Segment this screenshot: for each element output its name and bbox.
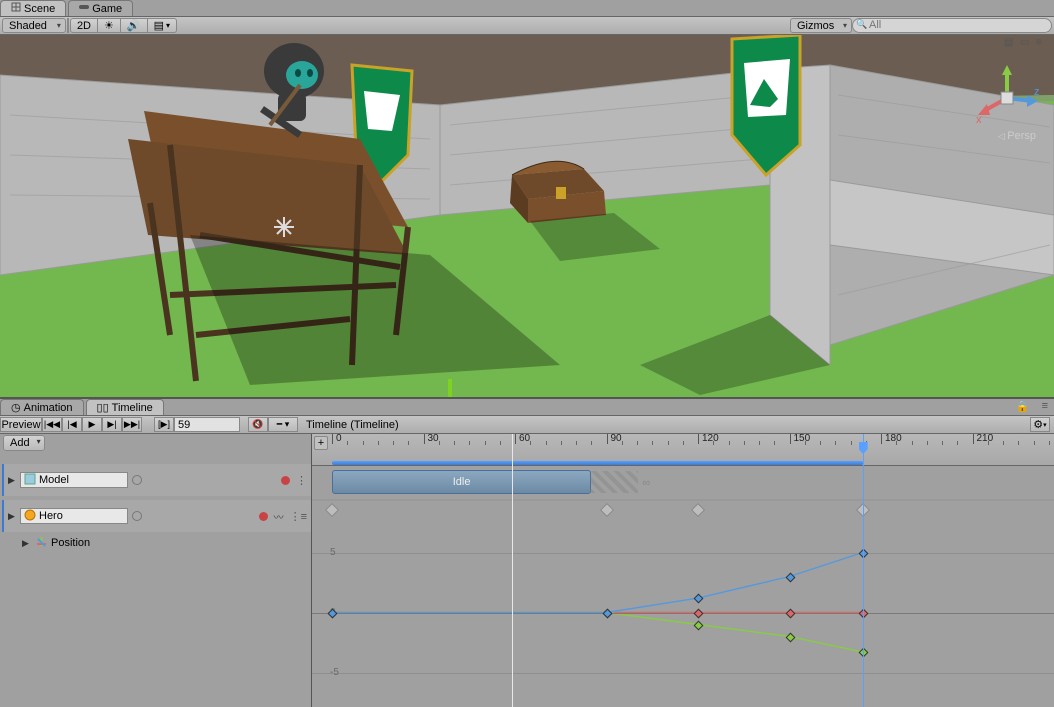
scene-icon <box>11 2 21 15</box>
viewport-aux-icons: ▤ ▭ ≡ <box>1004 37 1048 49</box>
mute-audio-button[interactable]: 🔇 <box>248 417 268 432</box>
fx-dropdown[interactable]: ▤▾ <box>148 18 177 33</box>
scene-tabs: Scene Game <box>0 0 1054 17</box>
play-button[interactable]: ▶ <box>82 417 102 432</box>
sun-icon: ☀ <box>104 19 114 32</box>
timeline-panel: ◷ Animation ▯▯ Timeline 🔒 ≡ Preview |◀◀ … <box>0 397 1054 707</box>
track-model[interactable]: ▶ Model ⋮ <box>2 464 311 496</box>
shading-dropdown[interactable]: Shaded <box>2 18 66 33</box>
audio-toggle[interactable]: 🔊 <box>121 18 148 33</box>
bottom-tabs: ◷ Animation ▯▯ Timeline 🔒 ≡ <box>0 399 1054 416</box>
add-track-button[interactable]: Add <box>3 435 45 451</box>
gameobject-icon <box>24 509 36 524</box>
layers-icon[interactable]: ▤ <box>1004 37 1016 49</box>
timeline-ruler[interactable]: + 0306090120150180210240 <box>312 434 1054 466</box>
goto-end-button[interactable]: ▶▶| <box>122 417 142 432</box>
tab-timeline[interactable]: ▯▯ Timeline <box>86 399 164 415</box>
clock-icon: ◷ <box>11 401 21 414</box>
preview-button[interactable]: Preview <box>0 417 42 432</box>
track-menu-icon[interactable]: ⋮ <box>296 474 307 487</box>
prev-frame-button[interactable]: |◀ <box>62 417 82 432</box>
scrub-cursor[interactable] <box>863 434 864 707</box>
speaker-icon: 🔊 <box>127 19 141 32</box>
transform-icon <box>36 536 47 550</box>
avatar-mask-icon[interactable] <box>132 511 142 521</box>
game-icon <box>79 2 89 15</box>
tab-game[interactable]: Game <box>68 0 133 16</box>
clip-idle[interactable]: Idle ∞ <box>332 470 591 494</box>
btn-2d[interactable]: 2D <box>70 18 98 33</box>
context-menu-icon[interactable]: ≡ <box>1036 37 1048 49</box>
tab-scene[interactable]: Scene <box>0 0 66 16</box>
track-fold-icon[interactable]: ▶ <box>8 511 20 522</box>
panel-menu-icon[interactable]: ≡ <box>1036 399 1054 415</box>
record-button[interactable] <box>281 476 290 485</box>
frame-field[interactable] <box>174 417 240 432</box>
track-menu-icon[interactable]: ⋮≡ <box>290 510 307 523</box>
property-position[interactable]: ▶ Position <box>0 534 311 552</box>
curve-graph[interactable] <box>312 519 1054 689</box>
timeline-settings-button[interactable]: ⚙▾ <box>1030 417 1050 432</box>
timeline-icon: ▯▯ <box>97 401 109 414</box>
perspective-label[interactable]: Persp <box>998 130 1036 142</box>
tab-game-label: Game <box>92 3 122 15</box>
gameobject-icon <box>24 473 36 488</box>
goto-start-button[interactable]: |◀◀ <box>42 417 62 432</box>
scene-content <box>0 35 1054 397</box>
picture-icon: ▤ <box>154 19 164 32</box>
track-hero[interactable]: ▶ Hero 〰 ⋮≡ <box>2 500 311 532</box>
snap-dropdown[interactable]: ━ ▾ <box>268 417 298 432</box>
property-fold-icon[interactable]: ▶ <box>22 538 32 549</box>
lighting-toggle[interactable]: ☀ <box>98 18 121 33</box>
track-fold-icon[interactable]: ▶ <box>8 475 20 486</box>
playhead[interactable] <box>512 434 513 707</box>
orientation-gizmo[interactable]: x z <box>972 63 1042 133</box>
scene-toolbar: Shaded 2D ☀ 🔊 ▤▾ Gizmos <box>0 17 1054 35</box>
add-marker-button[interactable]: + <box>314 436 328 450</box>
scene-search-input[interactable] <box>869 19 1045 31</box>
toolbar-sep <box>67 18 69 33</box>
lock-icon[interactable]: 🔒 <box>1010 399 1036 415</box>
curves-icon[interactable]: 〰 <box>274 509 284 524</box>
loop-icon: ∞ <box>642 477 650 489</box>
play-range-button[interactable]: [▶] <box>154 417 174 432</box>
clip-extrapolate-icon <box>590 471 638 493</box>
timeline-toolbar: Preview |◀◀ |◀ ▶ ▶| ▶▶| [▶] 🔇 ━ ▾ Timeli… <box>0 416 1054 434</box>
track-binding-hero[interactable]: Hero <box>20 508 128 524</box>
tab-scene-label: Scene <box>24 3 55 15</box>
gizmos-dropdown[interactable]: Gizmos <box>790 18 852 33</box>
play-range-bar[interactable] <box>332 461 863 465</box>
gear-icon: ⚙ <box>1033 418 1043 431</box>
record-button[interactable] <box>259 512 268 521</box>
timeline-asset-label: Timeline (Timeline) <box>306 419 399 431</box>
scene-search[interactable] <box>852 18 1052 33</box>
svg-text:z: z <box>1034 86 1040 98</box>
svg-text:x: x <box>976 114 982 126</box>
timeline-area[interactable]: + 0306090120150180210240 Idle ∞ 50-5 <box>312 434 1054 707</box>
maximize-icon[interactable]: ▭ <box>1020 37 1032 49</box>
lane-hero-curves[interactable]: 50-5 <box>312 500 1054 700</box>
next-frame-button[interactable]: ▶| <box>102 417 122 432</box>
tab-animation[interactable]: ◷ Animation <box>0 399 84 415</box>
keyframe-markers[interactable] <box>312 501 1054 519</box>
track-binding-model[interactable]: Model <box>20 472 128 488</box>
avatar-mask-icon[interactable] <box>132 475 142 485</box>
scene-viewport[interactable]: ▤ ▭ ≡ x z Persp <box>0 35 1054 397</box>
lane-model[interactable]: Idle ∞ <box>312 466 1054 500</box>
track-list: Add ▶ Model ⋮ ▶ Hero <box>0 434 312 707</box>
